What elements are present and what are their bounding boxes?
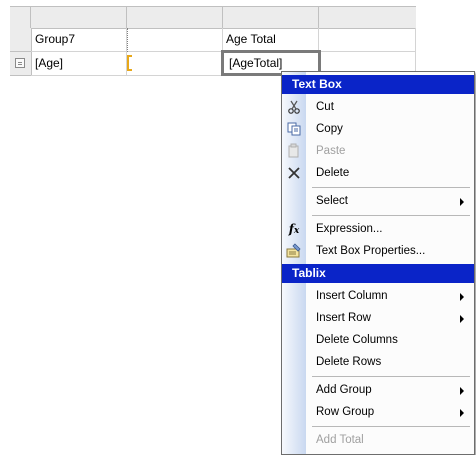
- menu-separator: [312, 426, 470, 427]
- column-handle-3[interactable]: [223, 7, 319, 28]
- menu-label-delete: Delete: [316, 167, 350, 179]
- menu-label-insert-column: Insert Column: [316, 290, 388, 302]
- menu-label-row-group: Row Group: [316, 406, 375, 418]
- menu-label-add-total: Add Total: [316, 434, 364, 446]
- menu-item-select[interactable]: Select: [282, 190, 474, 212]
- menu-separator: [312, 376, 470, 377]
- column-handle-1[interactable]: [31, 7, 127, 28]
- menu-item-cut[interactable]: Cut: [282, 96, 474, 118]
- cell-age-total-header[interactable]: Age Total: [222, 28, 318, 51]
- menu-label-add-group: Add Group: [316, 384, 372, 396]
- menu-item-paste: Paste: [282, 140, 474, 162]
- column-divider: [415, 28, 416, 75]
- copy-icon: [286, 121, 302, 137]
- paste-icon: [286, 143, 302, 159]
- menu-label-select: Select: [316, 195, 348, 207]
- column-handle-4[interactable]: [319, 7, 415, 28]
- cell-age[interactable]: [Age]: [31, 52, 126, 75]
- submenu-arrow-icon: [460, 409, 464, 417]
- section-header-textbox: Text Box: [282, 75, 474, 94]
- menu-item-row-group[interactable]: Row Group: [282, 401, 474, 423]
- context-menu: Text Box Cut Copy Paste Delete Select fx…: [281, 71, 475, 455]
- menu-item-delete-columns[interactable]: Delete Columns: [282, 329, 474, 351]
- submenu-arrow-icon: [460, 198, 464, 206]
- menu-separator: [312, 187, 470, 188]
- menu-label-textbox-properties: Text Box Properties...: [316, 245, 426, 257]
- scissors-icon: [286, 99, 302, 115]
- submenu-arrow-icon: [460, 293, 464, 301]
- menu-label-delete-rows: Delete Rows: [316, 356, 382, 368]
- row-handle-header[interactable]: [10, 28, 32, 52]
- delete-x-icon: [286, 165, 302, 181]
- menu-label-insert-row: Insert Row: [316, 312, 371, 324]
- fx-icon: fx: [288, 222, 300, 236]
- menu-item-delete-rows[interactable]: Delete Rows: [282, 351, 474, 373]
- menu-label-expression: Expression...: [316, 223, 383, 235]
- group-bracket-icon: [127, 55, 132, 71]
- submenu-arrow-icon: [460, 315, 464, 323]
- row-handle-detail[interactable]: [10, 52, 32, 76]
- submenu-arrow-icon: [460, 387, 464, 395]
- row-handle-icon: [15, 58, 25, 68]
- section-header-tablix: Tablix: [282, 264, 474, 283]
- menu-item-insert-row[interactable]: Insert Row: [282, 307, 474, 329]
- menu-label-copy: Copy: [316, 123, 343, 135]
- tablix-design-grid: Group7 Age Total [Age] [AgeTotal]: [0, 0, 476, 80]
- column-handle-row: [10, 6, 416, 29]
- cell-group7[interactable]: Group7: [31, 28, 126, 51]
- corner-handle[interactable]: [10, 7, 31, 28]
- group-divider-dotted: [127, 28, 128, 52]
- menu-separator: [312, 215, 470, 216]
- properties-icon: [286, 243, 302, 259]
- menu-item-add-group[interactable]: Add Group: [282, 379, 474, 401]
- menu-item-insert-column[interactable]: Insert Column: [282, 285, 474, 307]
- menu-item-delete[interactable]: Delete: [282, 162, 474, 184]
- menu-item-textbox-properties[interactable]: Text Box Properties...: [282, 240, 474, 262]
- menu-label-paste: Paste: [316, 145, 346, 157]
- menu-item-add-total: Add Total: [282, 429, 474, 451]
- menu-item-copy[interactable]: Copy: [282, 118, 474, 140]
- menu-label-delete-columns: Delete Columns: [316, 334, 398, 346]
- column-handle-2[interactable]: [127, 7, 223, 28]
- menu-item-expression[interactable]: fx Expression...: [282, 218, 474, 240]
- menu-label-cut: Cut: [316, 101, 334, 113]
